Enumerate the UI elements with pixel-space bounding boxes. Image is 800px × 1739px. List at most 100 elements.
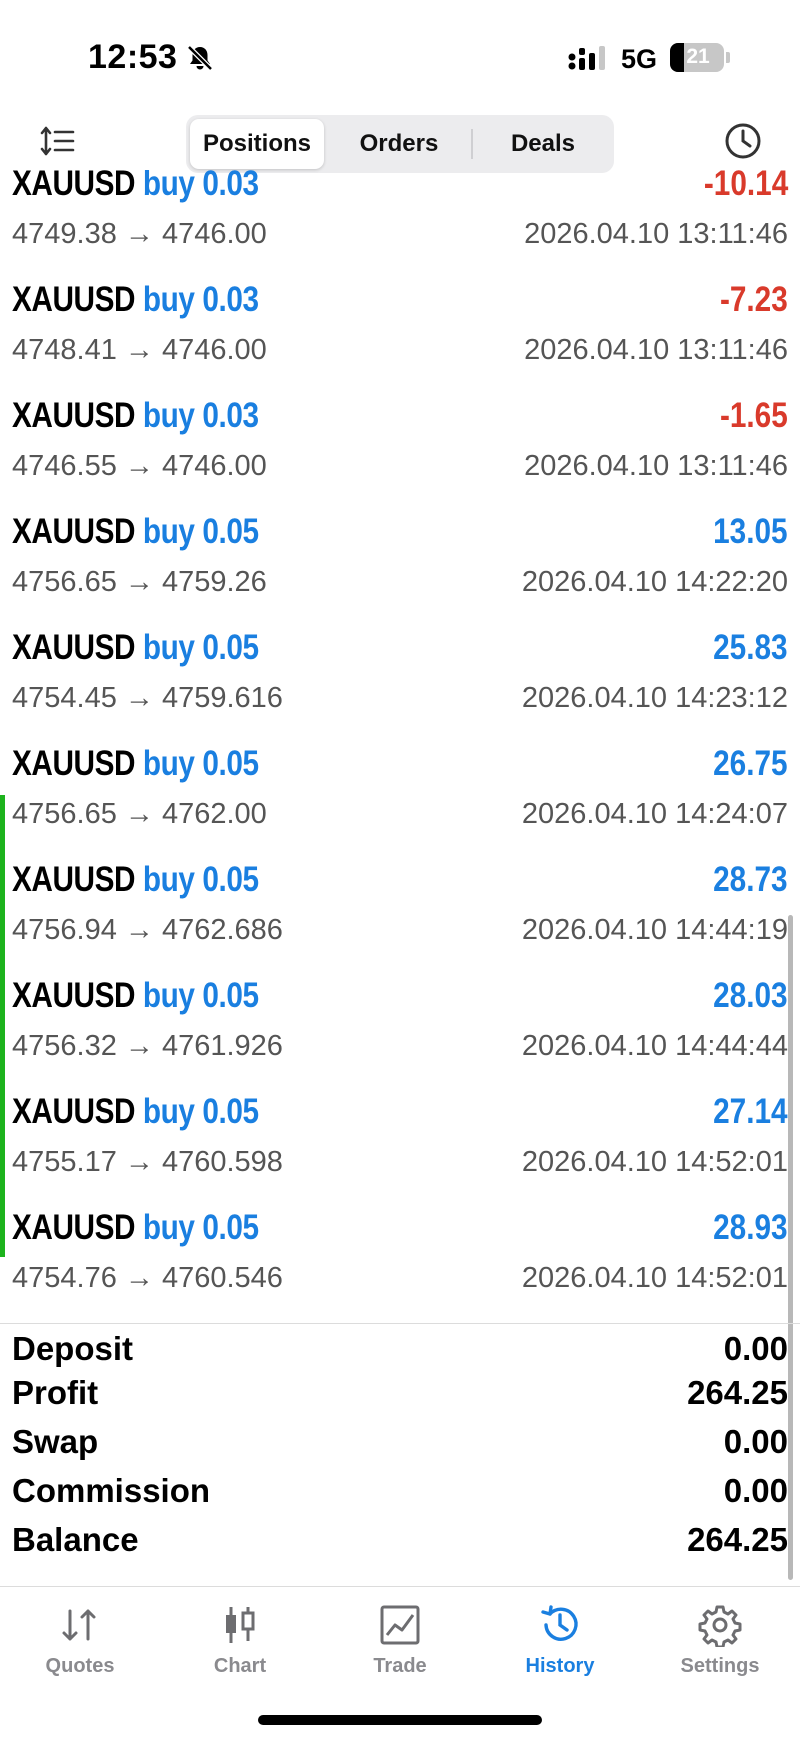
- history-icon: [541, 1605, 578, 1641]
- deal-prices: 4754.45 → 4759.616: [12, 682, 283, 714]
- segment-divider: [471, 129, 473, 159]
- summary-label: Commission: [12, 1472, 211, 1509]
- tab-settings[interactable]: Settings: [640, 1587, 800, 1687]
- deal-symbol: XAUUSD buy 0.05: [12, 512, 259, 552]
- tab-quotes[interactable]: Quotes: [0, 1587, 160, 1687]
- symbol-name: XAUUSD: [12, 744, 136, 783]
- deal-row[interactable]: XAUUSD buy 0.05 28.93 4754.76 → 4760.546 20…: [0, 1204, 800, 1320]
- deal-row[interactable]: XAUUSD buy 0.05 13.05 4756.65 → 4759.26 202…: [0, 508, 800, 624]
- deal-time: 2026.04.10 13:11:46: [524, 218, 788, 250]
- deals-list[interactable]: XAUUSD buy 0.03 -10.14 4749.38 → 4746.00 20…: [0, 170, 800, 1325]
- deal-symbol: XAUUSD buy 0.03: [12, 170, 259, 204]
- deal-row[interactable]: XAUUSD buy 0.03 -10.14 4749.38 → 4746.00 20…: [0, 170, 800, 276]
- deal-symbol: XAUUSD buy 0.05: [12, 628, 259, 668]
- tab-label: Trade: [373, 1655, 427, 1677]
- symbol-name: XAUUSD: [12, 512, 136, 551]
- battery-icon: 21: [670, 43, 724, 72]
- settings-icon: [698, 1605, 742, 1647]
- cellular-signal-icon: [568, 45, 608, 76]
- summary-row-profit: Profit 264.25: [0, 1374, 800, 1423]
- deal-symbol: XAUUSD buy 0.05: [12, 744, 259, 784]
- deal-profit: 28.93: [713, 1208, 788, 1247]
- home-indicator: [258, 1715, 542, 1725]
- deal-prices: 4756.32 → 4761.926: [12, 1030, 283, 1062]
- tab-label: Settings: [680, 1655, 760, 1677]
- tab-trade[interactable]: Trade: [320, 1587, 480, 1687]
- symbol-name: XAUUSD: [12, 396, 136, 435]
- deal-prices: 4748.41 → 4746.00: [12, 334, 267, 366]
- tab-chart[interactable]: Chart: [160, 1587, 320, 1687]
- summary-value: 264.25: [687, 1521, 788, 1558]
- sort-icon[interactable]: [40, 126, 76, 156]
- deal-side-volume: buy 0.05: [142, 976, 259, 1015]
- deal-profit: 25.83: [713, 628, 788, 667]
- deal-side-volume: buy 0.05: [142, 860, 259, 899]
- deal-prices: 4756.65 → 4759.26: [12, 566, 267, 598]
- summary-value: 264.25: [687, 1374, 788, 1411]
- deal-profit: -10.14: [703, 170, 788, 203]
- deal-row[interactable]: XAUUSD buy 0.05 28.73 4756.94 → 4762.686 20…: [0, 856, 800, 972]
- deal-row[interactable]: XAUUSD buy 0.05 26.75 4756.65 → 4762.00 202…: [0, 740, 800, 856]
- deal-side-volume: buy 0.03: [142, 170, 259, 203]
- deal-row[interactable]: XAUUSD buy 0.05 28.03 4756.32 → 4761.926 20…: [0, 972, 800, 1088]
- deal-row[interactable]: XAUUSD buy 0.05 27.14 4755.17 → 4760.598 20…: [0, 1088, 800, 1204]
- summary-value: 0.00: [723, 1330, 788, 1367]
- network-type: 5G: [621, 44, 658, 74]
- deal-side-volume: buy 0.05: [142, 1208, 259, 1247]
- deal-time: 2026.04.10 14:23:12: [521, 682, 788, 714]
- deal-symbol: XAUUSD buy 0.03: [12, 280, 259, 320]
- symbol-name: XAUUSD: [12, 170, 136, 203]
- summary-row-swap: Swap 0.00: [0, 1423, 800, 1472]
- deal-prices: 4756.65 → 4762.00: [12, 798, 267, 830]
- deal-symbol: XAUUSD buy 0.05: [12, 860, 259, 900]
- summary-row-balance: Balance 264.25: [0, 1521, 800, 1570]
- tab-history[interactable]: History: [480, 1587, 640, 1687]
- symbol-name: XAUUSD: [12, 976, 136, 1015]
- summary-row-deposit: Deposit 0.00: [0, 1330, 800, 1379]
- deal-row[interactable]: XAUUSD buy 0.03 -1.65 4746.55 → 4746.00 202…: [0, 392, 800, 508]
- deal-time: 2026.04.10 14:24:07: [521, 798, 788, 830]
- trade-icon: [380, 1605, 420, 1645]
- deal-side-volume: buy 0.03: [142, 280, 259, 319]
- summary-label: Profit: [12, 1374, 99, 1411]
- deal-time: 2026.04.10 14:52:01: [521, 1146, 788, 1178]
- battery-cap: [726, 52, 730, 63]
- summary-value: 0.00: [723, 1423, 788, 1460]
- summary-row-commission: Commission 0.00: [0, 1472, 800, 1521]
- deal-profit: 27.14: [713, 1092, 788, 1131]
- deal-time: 2026.04.10 14:22:20: [521, 566, 788, 598]
- deal-symbol: XAUUSD buy 0.05: [12, 976, 259, 1016]
- tab-orders[interactable]: Orders: [331, 119, 467, 169]
- symbol-name: XAUUSD: [12, 1092, 136, 1131]
- deal-symbol: XAUUSD buy 0.03: [12, 396, 259, 436]
- deal-profit: 26.75: [713, 744, 788, 783]
- deal-time: 2026.04.10 14:44:19: [521, 914, 788, 946]
- deal-prices: 4755.17 → 4760.598: [12, 1146, 283, 1178]
- status-time: 12:53: [88, 38, 178, 76]
- tab-label: History: [525, 1655, 595, 1677]
- bell-muted-icon: [186, 44, 214, 77]
- deal-time: 2026.04.10 14:52:01: [521, 1262, 788, 1294]
- clock-icon[interactable]: [724, 122, 762, 165]
- deal-profit: 13.05: [713, 512, 788, 551]
- chart-icon: [226, 1607, 255, 1643]
- divider: [0, 1323, 800, 1324]
- deal-row[interactable]: XAUUSD buy 0.03 -7.23 4748.41 → 4746.00 202…: [0, 276, 800, 392]
- summary-value: 0.00: [723, 1472, 788, 1509]
- segmented-control: Positions Orders Deals: [186, 115, 614, 173]
- quotes-icon: [62, 1609, 96, 1641]
- symbol-name: XAUUSD: [12, 280, 136, 319]
- deal-side-volume: buy 0.05: [142, 1092, 259, 1131]
- deal-time: 2026.04.10 13:11:46: [524, 450, 788, 482]
- tab-deals[interactable]: Deals: [476, 119, 610, 169]
- symbol-name: XAUUSD: [12, 860, 136, 899]
- tab-positions[interactable]: Positions: [190, 119, 324, 169]
- deal-prices: 4754.76 → 4760.546: [12, 1262, 283, 1294]
- deal-row[interactable]: XAUUSD buy 0.05 25.83 4754.45 → 4759.616 20…: [0, 624, 800, 740]
- deal-profit: -7.23: [720, 280, 788, 319]
- symbol-name: XAUUSD: [12, 628, 136, 667]
- deal-time: 2026.04.10 13:11:46: [524, 334, 788, 366]
- deal-symbol: XAUUSD buy 0.05: [12, 1092, 259, 1132]
- deal-prices: 4746.55 → 4746.00: [12, 450, 267, 482]
- deal-profit: -1.65: [720, 396, 788, 435]
